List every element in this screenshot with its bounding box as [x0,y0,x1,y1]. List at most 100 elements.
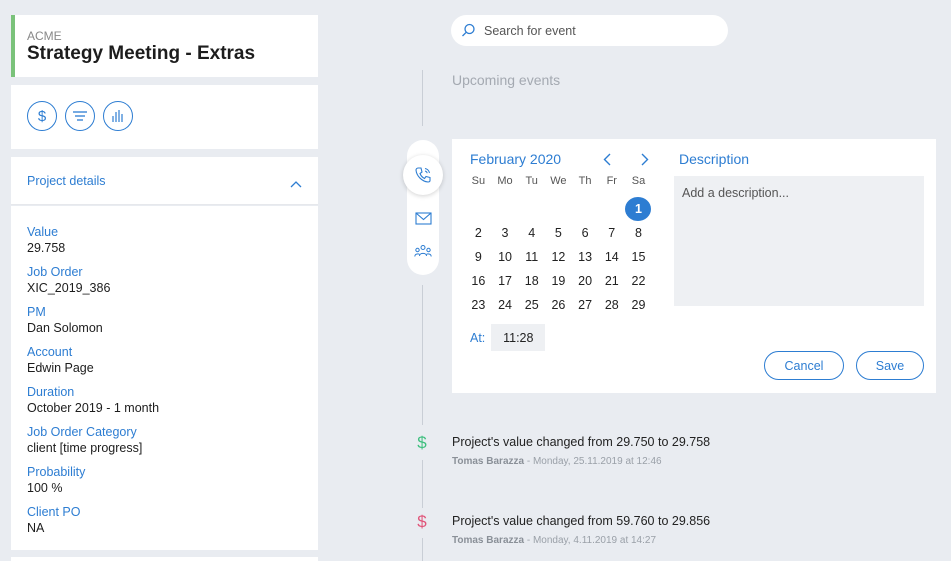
calendar-day-number: 29 [631,298,646,312]
calendar-day[interactable]: 11 [518,245,545,269]
new-event-panel: February 2020 Su Mo Tu We Th Fr Sa 1 2 3 4 5 6 7 8 9 10 1… [452,139,936,393]
cancel-button[interactable]: Cancel [764,351,844,380]
timeline-line [422,285,423,425]
weekday-label: Th [578,175,592,187]
weekday-label: Fr [606,175,617,187]
detail-value: 29.758 [27,241,66,255]
calendar-day[interactable]: 13 [572,245,599,269]
calendar-day[interactable]: 15 [625,245,652,269]
project-details-header: Project details [27,174,106,188]
org-name: ACME [27,29,62,43]
filter-icon [73,111,87,121]
calendar-day-number: 23 [471,298,486,312]
meeting-icon [414,245,432,257]
search-input[interactable] [484,23,704,38]
description-input[interactable] [674,176,924,306]
calendar-day[interactable]: 5 [545,221,572,245]
calendar-day[interactable]: 10 [492,245,519,269]
chart-button[interactable] [103,101,133,131]
save-button[interactable]: Save [856,351,924,380]
calendar-day[interactable]: 7 [598,221,625,245]
detail-label: Duration [27,385,75,399]
detail-value: NA [27,521,45,535]
detail-field: Job Order XIC_2019_386 [27,264,302,296]
calendar-day[interactable]: 17 [492,269,519,293]
detail-field: Job Order Category client [time progress… [27,424,302,456]
calendar-day-number: 2 [474,226,482,240]
event-date: - Monday, 4.11.2019 at 14:27 [524,535,657,546]
calendar-day-number: 26 [551,298,566,312]
event-type-mail[interactable] [414,209,432,227]
calendar-day[interactable]: 23 [465,293,492,317]
calendar-header: February 2020 [470,150,664,168]
calendar-day[interactable]: 27 [572,293,599,317]
calendar-blank [518,197,545,221]
timeline-line [422,460,423,508]
event-meta: Tomas Barazza - Monday, 25.11.2019 at 12… [452,456,710,467]
dollar-icon: $ [417,433,427,452]
calendar-day[interactable]: 8 [625,221,652,245]
calendar-day[interactable]: 24 [492,293,519,317]
calendar-day-number: 24 [498,298,512,312]
calendar-day-number: 11 [525,250,539,264]
calendar-day[interactable]: 28 [598,293,625,317]
weekday-label: Sa [631,175,646,187]
calendar-day[interactable]: 16 [465,269,492,293]
calendar-day-number: 15 [631,250,646,264]
bar-chart-icon [112,110,123,122]
calendar-day-number: 4 [528,226,536,240]
calendar-day[interactable]: 9 [465,245,492,269]
detail-value: XIC_2019_386 [27,281,111,295]
detail-field: PM Dan Solomon [27,304,302,336]
calendar-day-number: 13 [578,250,593,264]
calendar-month: February 2020 [470,151,562,167]
calendar-day-number: 3 [501,226,509,240]
value-button[interactable]: $ [27,101,57,131]
event-type-meeting[interactable] [414,242,432,260]
filter-button[interactable] [65,101,95,131]
calendar-day-number: 12 [551,250,566,264]
timeline-line [422,70,423,126]
calendar-day[interactable]: 6 [572,221,599,245]
dollar-icon: $ [37,107,47,125]
description-title: Description [679,151,750,167]
next-month-button[interactable] [626,150,664,168]
calendar-day[interactable]: 4 [518,221,545,245]
mail-icon [414,211,432,225]
calendar-day[interactable]: 29 [625,293,652,317]
calendar-day-selected[interactable]: 1 [625,197,652,221]
calendar-day[interactable]: 26 [545,293,572,317]
timeline-event: Project's value changed from 29.750 to 2… [452,434,710,467]
detail-value: October 2019 - 1 month [27,401,160,415]
calendar-day[interactable]: 12 [545,245,572,269]
calendar-day-number: 16 [471,274,486,288]
next-card [11,557,318,561]
detail-value: Dan Solomon [27,321,103,335]
calendar-day[interactable]: 3 [492,221,519,245]
calendar-day[interactable]: 19 [545,269,572,293]
calendar-day[interactable]: 14 [598,245,625,269]
calendar-day[interactable]: 22 [625,269,652,293]
detail-field: Account Edwin Page [27,344,302,376]
event-author[interactable]: Tomas Barazza [452,535,524,546]
page-title: Strategy Meeting - Extras [27,43,256,64]
calendar-day[interactable]: 21 [598,269,625,293]
previous-month-button[interactable] [588,150,626,168]
project-details: Value 29.758 Job Order XIC_2019_386 PM Dan… [11,206,318,550]
time-input[interactable]: 11:28 [491,324,546,351]
calendar-day-number: 7 [608,226,616,240]
calendar-day-number: 22 [631,274,646,288]
project-details-toggle[interactable]: Project details [11,157,318,205]
calendar-day[interactable]: 20 [572,269,599,293]
phone-icon [415,167,431,183]
time-row: At: 11:28 [470,324,546,351]
event-type-phone[interactable] [403,155,443,195]
detail-field: Value 29.758 [27,224,302,256]
project-actions: $ [11,85,318,149]
weekday-label: We [550,175,567,187]
calendar-day[interactable]: 25 [518,293,545,317]
calendar-blank [492,197,519,221]
event-author[interactable]: Tomas Barazza [452,456,524,467]
calendar-day[interactable]: 18 [518,269,545,293]
calendar-day[interactable]: 2 [465,221,492,245]
